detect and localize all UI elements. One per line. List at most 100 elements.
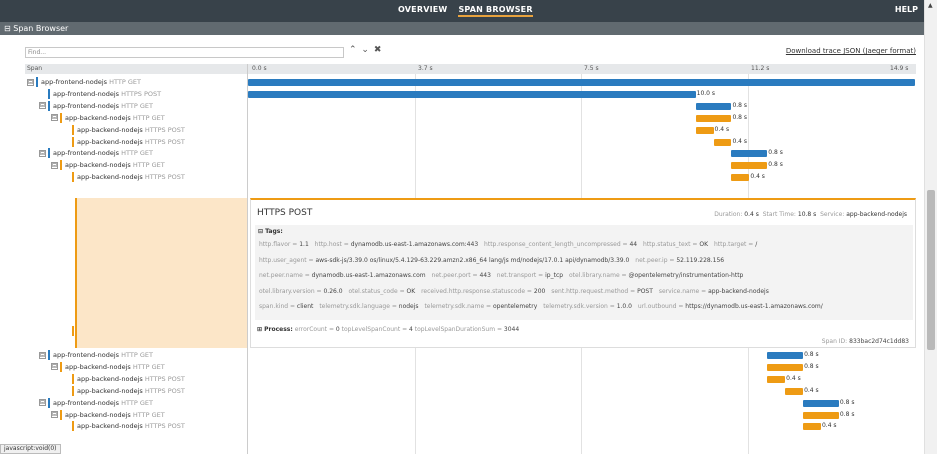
operation-name: HTTP GET <box>132 113 165 122</box>
scroll-up-icon[interactable]: ▲ <box>928 2 933 9</box>
span-duration-bar[interactable] <box>731 162 768 170</box>
tag-value: dynamodb.us-east-1.amazonaws.com:443 <box>350 241 481 248</box>
tick-label: 0.0 s <box>252 65 267 72</box>
span-duration-bar[interactable] <box>695 114 732 122</box>
tags-section: ⊟ Tags: http.flavor = 1.1 http.host = dy… <box>255 225 913 320</box>
help-link[interactable]: HELP <box>895 5 918 14</box>
span-duration-bar[interactable] <box>767 375 786 383</box>
span-duration-bar[interactable] <box>248 90 696 98</box>
span-duration-bar[interactable] <box>731 174 750 182</box>
span-row-label[interactable]: ⊟ app-frontend-nodejs HTTP GET <box>25 397 247 409</box>
timeline-header: Span 0.0 s 3.7 s 7.5 s 11.2 s 14.9 s <box>25 64 916 74</box>
collapse-toggle-icon[interactable]: ⊟ <box>51 363 58 371</box>
span-row-label[interactable]: app-frontend-nodejs HTTPS POST <box>25 88 247 100</box>
span-row-label[interactable]: app-backend-nodejs HTTPS POST <box>25 171 247 183</box>
tags-toggle[interactable]: ⊟ Tags: <box>258 228 283 235</box>
operation-name: HTTP GET <box>121 101 153 110</box>
span-duration-bar[interactable] <box>695 102 732 110</box>
span-row-label[interactable]: ⊟ app-backend-nodejs HTTP GET <box>25 361 247 373</box>
tag-key: telemetry.sdk.version = <box>543 303 617 310</box>
service-color-marker <box>48 148 50 159</box>
span-duration-bar[interactable] <box>785 387 804 395</box>
span-detail-panel: HTTPS POST Duration: 0.4 s Start Time: 1… <box>250 198 916 348</box>
service-color-marker <box>72 124 74 135</box>
span-duration-bar[interactable] <box>713 138 732 146</box>
tag-value: https://dynamodb.us-east-1.amazonaws.com… <box>685 303 823 310</box>
operation-name: HTTP GET <box>121 351 153 359</box>
column-divider[interactable] <box>247 64 248 454</box>
collapse-toggle-icon[interactable]: ⊟ <box>39 399 46 407</box>
span-row-label[interactable]: app-backend-nodejs HTTPS POST <box>25 385 247 397</box>
collapse-toggle-icon[interactable]: ⊟ <box>51 114 58 122</box>
collapse-toggle-icon[interactable]: ⊟ <box>39 351 46 359</box>
tag-value: 52.119.228.156 <box>676 256 725 264</box>
service-color-marker <box>60 361 62 372</box>
tag-line: net.peer.name = dynamodb.us-east-1.amazo… <box>259 272 747 279</box>
tab-overview[interactable]: OVERVIEW <box>398 5 447 14</box>
span-duration-label: 0.4 s <box>821 422 837 430</box>
find-input[interactable]: Find... <box>25 47 344 58</box>
span-row-label[interactable]: ⊟ app-frontend-nodejs HTTP GET <box>25 76 247 88</box>
tag-line: http.flavor = 1.1 http.host = dynamodb.u… <box>259 241 761 248</box>
span-duration-bar[interactable] <box>767 352 804 359</box>
operation-name: HTTPS POST <box>144 422 185 431</box>
span-row-label[interactable]: ⊟ app-backend-nodejs HTTP GET <box>25 112 247 124</box>
tag-key: sent.http.request.method = <box>551 287 638 295</box>
find-next-icon[interactable]: ⌄ <box>361 45 369 55</box>
span-duration-bar[interactable] <box>695 126 714 134</box>
span-row-label[interactable]: ⊟ app-frontend-nodejs HTTP GET <box>25 100 247 112</box>
collapse-toggle-icon[interactable]: ⊟ <box>51 411 58 418</box>
collapse-toggle-icon[interactable]: ⊟ <box>39 149 46 157</box>
tag-value: 200 <box>533 287 548 295</box>
span-row-label[interactable]: app-backend-nodejs HTTPS POST <box>25 136 247 148</box>
service-value: app-backend-nodejs <box>846 211 907 218</box>
tag-key: otel.library.version = <box>259 287 324 295</box>
tag-key: http.target = <box>713 241 756 248</box>
process-key: topLevelSpanCount = <box>341 326 410 333</box>
find-prev-icon[interactable]: ⌃ <box>349 45 357 55</box>
span-duration-label: 10.0 s <box>696 89 716 97</box>
process-section[interactable]: ⊞ Process: errorCount = 0 topLevelSpanCo… <box>257 326 519 333</box>
span-row-label[interactable]: app-backend-nodejs HTTPS POST <box>25 373 247 385</box>
collapse-toggle-icon[interactable]: ⊟ <box>51 161 58 169</box>
tick-label: 3.7 s <box>418 65 433 72</box>
tag-key: http.host = <box>314 241 351 248</box>
download-trace-link[interactable]: Download trace JSON (Jaeger format) <box>786 47 916 55</box>
span-row-label[interactable]: app-backend-nodejs HTTPS POST <box>25 420 247 432</box>
tab-span-browser[interactable]: SPAN BROWSER <box>458 5 533 17</box>
span-row-label[interactable]: ⊟ app-frontend-nodejs HTTP GET <box>25 147 247 159</box>
collapse-toggle-icon[interactable]: ⊟ <box>27 78 34 86</box>
span-row-label[interactable]: ⊟ app-backend-nodejs HTTP GET <box>25 159 247 171</box>
collapse-toggle-icon[interactable]: ⊟ <box>39 102 46 110</box>
span-duration-bar[interactable] <box>248 79 915 86</box>
vertical-scrollbar[interactable]: ▲ <box>924 0 937 454</box>
span-id-label: Span ID: <box>821 338 848 345</box>
span-duration-bar[interactable] <box>803 423 821 431</box>
tag-key: otel.library.name = <box>568 272 629 279</box>
span-duration-bar[interactable] <box>767 363 804 371</box>
span-row-label[interactable]: ⊟ app-frontend-nodejs HTTP GET <box>25 349 247 361</box>
span-duration-bar[interactable] <box>803 399 839 407</box>
span-duration-label: 0.4 s <box>750 173 765 181</box>
span-row-label[interactable]: ⊟ app-backend-nodejs HTTP GET <box>25 409 247 421</box>
tag-line: otel.library.version = 0.26.0 otel.statu… <box>259 288 773 295</box>
operation-name: HTTP GET <box>132 161 165 170</box>
tag-key: net.transport = <box>496 272 546 279</box>
span-browser-panel-header[interactable]: ⊟ Span Browser <box>0 22 924 35</box>
operation-name: HTTPS POST <box>121 89 162 98</box>
span-duration-label: 0.8 s <box>732 113 748 121</box>
tag-key: span.kind = <box>259 303 297 310</box>
operation-name: HTTPS POST <box>144 374 185 383</box>
process-toggle[interactable]: ⊞ Process: <box>257 326 293 333</box>
span-duration-bar[interactable] <box>803 411 839 419</box>
tag-key: otel.status_code = <box>348 287 407 295</box>
service-name: app-backend-nodejs <box>77 173 145 182</box>
tag-value: @opentelemetry/instrumentation-http <box>628 272 744 279</box>
find-clear-icon[interactable]: ✖ <box>374 45 382 55</box>
span-row-label[interactable]: app-backend-nodejs HTTPS POST <box>25 124 247 136</box>
service-color-marker <box>36 77 38 87</box>
scrollbar-thumb[interactable] <box>927 190 935 350</box>
tag-value: 0.26.0 <box>323 287 345 295</box>
span-duration-bar[interactable] <box>731 150 768 158</box>
span-duration-label: 0.8 s <box>839 398 855 406</box>
